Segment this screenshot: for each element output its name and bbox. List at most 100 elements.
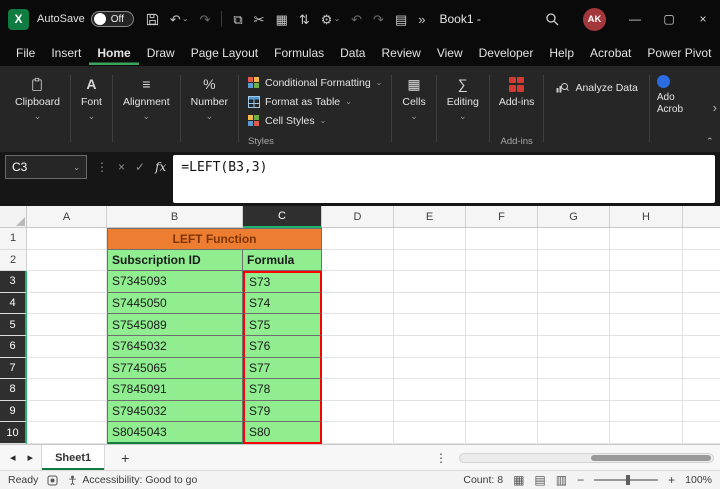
column-header-E[interactable]: E: [394, 206, 466, 228]
cell-E8[interactable]: [394, 379, 466, 401]
menu-tab-acrobat[interactable]: Acrobat: [582, 40, 639, 65]
menu-tab-formulas[interactable]: Formulas: [266, 40, 332, 65]
cell-C9[interactable]: S79: [243, 401, 322, 423]
cell-G6[interactable]: [538, 336, 610, 358]
cell-B9[interactable]: S7945032: [107, 401, 243, 423]
cell-E5[interactable]: [394, 314, 466, 336]
cell-F1[interactable]: [466, 228, 538, 250]
more-commands-icon[interactable]: »: [418, 13, 425, 26]
cell-E4[interactable]: [394, 293, 466, 315]
menu-tab-power-pivot[interactable]: Power Pivot: [639, 40, 719, 65]
page-break-view-icon[interactable]: ▥: [556, 474, 567, 486]
cell-I2[interactable]: [683, 250, 720, 272]
cell-I8[interactable]: [683, 379, 720, 401]
row-header-8[interactable]: 8: [0, 379, 27, 401]
row-header-6[interactable]: 6: [0, 336, 27, 358]
zoom-out-icon[interactable]: −: [577, 474, 584, 486]
cell-E7[interactable]: [394, 358, 466, 380]
cell-B7[interactable]: S7745065: [107, 358, 243, 380]
cell-C10[interactable]: S80: [243, 422, 322, 444]
document-icon[interactable]: ▤: [395, 13, 407, 26]
menu-tab-developer[interactable]: Developer: [471, 40, 542, 65]
cell-D8[interactable]: [322, 379, 394, 401]
enter-icon[interactable]: ✓: [135, 160, 145, 174]
column-header-H[interactable]: H: [610, 206, 683, 228]
cell-D1[interactable]: [322, 228, 394, 250]
column-header-F[interactable]: F: [466, 206, 538, 228]
cell-E1[interactable]: [394, 228, 466, 250]
select-all-corner[interactable]: [0, 206, 27, 228]
cell-I4[interactable]: [683, 293, 720, 315]
cell-H3[interactable]: [610, 271, 683, 293]
copy-icon[interactable]: ⧉: [233, 13, 242, 26]
cell-G5[interactable]: [538, 314, 610, 336]
row-header-10[interactable]: 10: [0, 422, 27, 444]
ribbon-group-cells[interactable]: ▦ Cells ⌄: [393, 71, 434, 150]
cell-C5[interactable]: S75: [243, 314, 322, 336]
column-header-B[interactable]: B: [107, 206, 243, 228]
cell-D9[interactable]: [322, 401, 394, 423]
ribbon-group-alignment[interactable]: ≡ Alignment ⌄: [114, 71, 179, 150]
zoom-in-icon[interactable]: +: [668, 474, 675, 486]
cell-A1[interactable]: [27, 228, 107, 250]
menu-tab-view[interactable]: View: [429, 40, 471, 65]
search-icon[interactable]: [533, 0, 571, 38]
excel-logo-icon[interactable]: X: [8, 9, 29, 30]
ribbon-group-number[interactable]: % Number ⌄: [182, 71, 237, 150]
cell-A8[interactable]: [27, 379, 107, 401]
ribbon-group-editing[interactable]: ∑ Editing ⌄: [438, 71, 488, 150]
cell-H9[interactable]: [610, 401, 683, 423]
cell-H5[interactable]: [610, 314, 683, 336]
cell-I7[interactable]: [683, 358, 720, 380]
cell-C3-active[interactable]: S73: [243, 271, 322, 293]
cell-F2[interactable]: [466, 250, 538, 272]
close-button[interactable]: ×: [686, 0, 720, 38]
cell-C4[interactable]: S74: [243, 293, 322, 315]
cell-E6[interactable]: [394, 336, 466, 358]
zoom-slider-thumb[interactable]: [626, 475, 630, 485]
cell-C7[interactable]: S77: [243, 358, 322, 380]
cell-D3[interactable]: [322, 271, 394, 293]
sheet-nav-left-icon[interactable]: ◂: [6, 451, 20, 464]
column-header-G[interactable]: G: [538, 206, 610, 228]
cell-I5[interactable]: [683, 314, 720, 336]
scrollbar-thumb[interactable]: [591, 455, 711, 461]
cell-I3[interactable]: [683, 271, 720, 293]
cell-D2[interactable]: [322, 250, 394, 272]
cell-D6[interactable]: [322, 336, 394, 358]
cell-A2[interactable]: [27, 250, 107, 272]
ribbon-group-addins[interactable]: Add-ins Add-ins: [491, 71, 543, 150]
cell-I9[interactable]: [683, 401, 720, 423]
cell-F4[interactable]: [466, 293, 538, 315]
cell-B5[interactable]: S7545089: [107, 314, 243, 336]
normal-view-icon[interactable]: ▦: [513, 474, 524, 486]
formula-input[interactable]: =LEFT(B3,3): [173, 155, 715, 203]
page-layout-view-icon[interactable]: ▤: [534, 474, 545, 486]
cell-G7[interactable]: [538, 358, 610, 380]
row-header-3[interactable]: 3: [0, 271, 27, 293]
row-header-1[interactable]: 1: [0, 228, 27, 250]
cell-F6[interactable]: [466, 336, 538, 358]
cell-G3[interactable]: [538, 271, 610, 293]
cell-G1[interactable]: [538, 228, 610, 250]
cell-B4[interactable]: S7445050: [107, 293, 243, 315]
accessibility-status[interactable]: Accessibility: Good to go: [67, 474, 197, 486]
cell-F10[interactable]: [466, 422, 538, 444]
row-header-4[interactable]: 4: [0, 293, 27, 315]
cell-F5[interactable]: [466, 314, 538, 336]
cell-B2[interactable]: Subscription ID: [107, 250, 243, 272]
cell-B1-merged-title[interactable]: LEFT Function: [107, 228, 322, 250]
cell-H7[interactable]: [610, 358, 683, 380]
cell-E9[interactable]: [394, 401, 466, 423]
cell-F7[interactable]: [466, 358, 538, 380]
insert-function-icon[interactable]: fx: [155, 160, 166, 174]
row-header-2[interactable]: 2: [0, 250, 27, 272]
cell-G9[interactable]: [538, 401, 610, 423]
cell-D7[interactable]: [322, 358, 394, 380]
cell-G2[interactable]: [538, 250, 610, 272]
cell-B6[interactable]: S7645032: [107, 336, 243, 358]
sheet-nav-right-icon[interactable]: ▸: [24, 451, 38, 464]
ribbon-group-font[interactable]: A Font ⌄: [72, 71, 111, 150]
conditional-formatting-button[interactable]: Conditional Formatting ⌄: [248, 73, 382, 92]
menu-tab-insert[interactable]: Insert: [43, 40, 89, 65]
